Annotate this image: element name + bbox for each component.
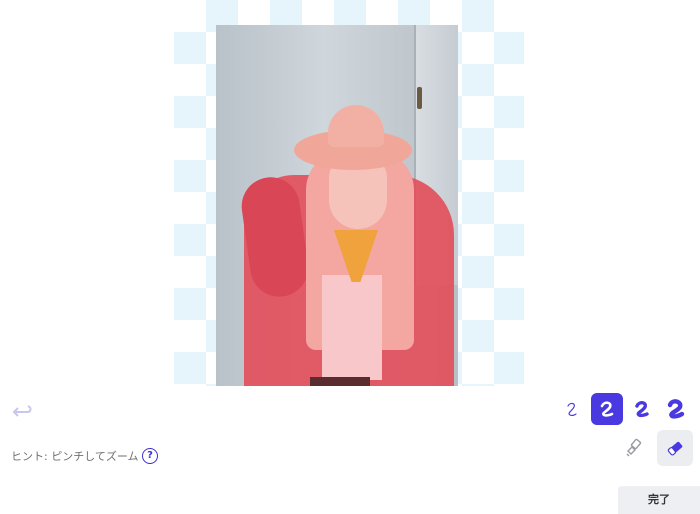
hint-text: ヒント: ピンチしてズーム [11, 450, 139, 463]
undo-icon [12, 405, 32, 417]
done-button[interactable]: 完了 [618, 486, 700, 514]
brush-size-medium-icon [600, 401, 614, 417]
photo-door-handle [417, 87, 422, 109]
help-icon[interactable]: ? [142, 448, 158, 464]
brush-size-xlarge[interactable] [660, 393, 692, 425]
brush-size-small-icon [567, 402, 577, 417]
subject-shirt [322, 275, 382, 380]
brush-size-large[interactable] [626, 393, 658, 425]
subject-belt [310, 377, 370, 386]
undo-button[interactable] [12, 401, 36, 419]
brush-size-large-icon [635, 401, 649, 418]
brush-size-small[interactable] [556, 393, 588, 425]
restore-brush-tool[interactable] [616, 430, 652, 466]
eraser-tool[interactable] [657, 430, 693, 466]
photo-preview[interactable] [216, 25, 458, 386]
eraser-icon [667, 441, 683, 456]
brush-size-medium[interactable] [591, 393, 623, 425]
restore-brush-icon [626, 438, 642, 457]
brush-size-xlarge-icon [667, 399, 685, 419]
